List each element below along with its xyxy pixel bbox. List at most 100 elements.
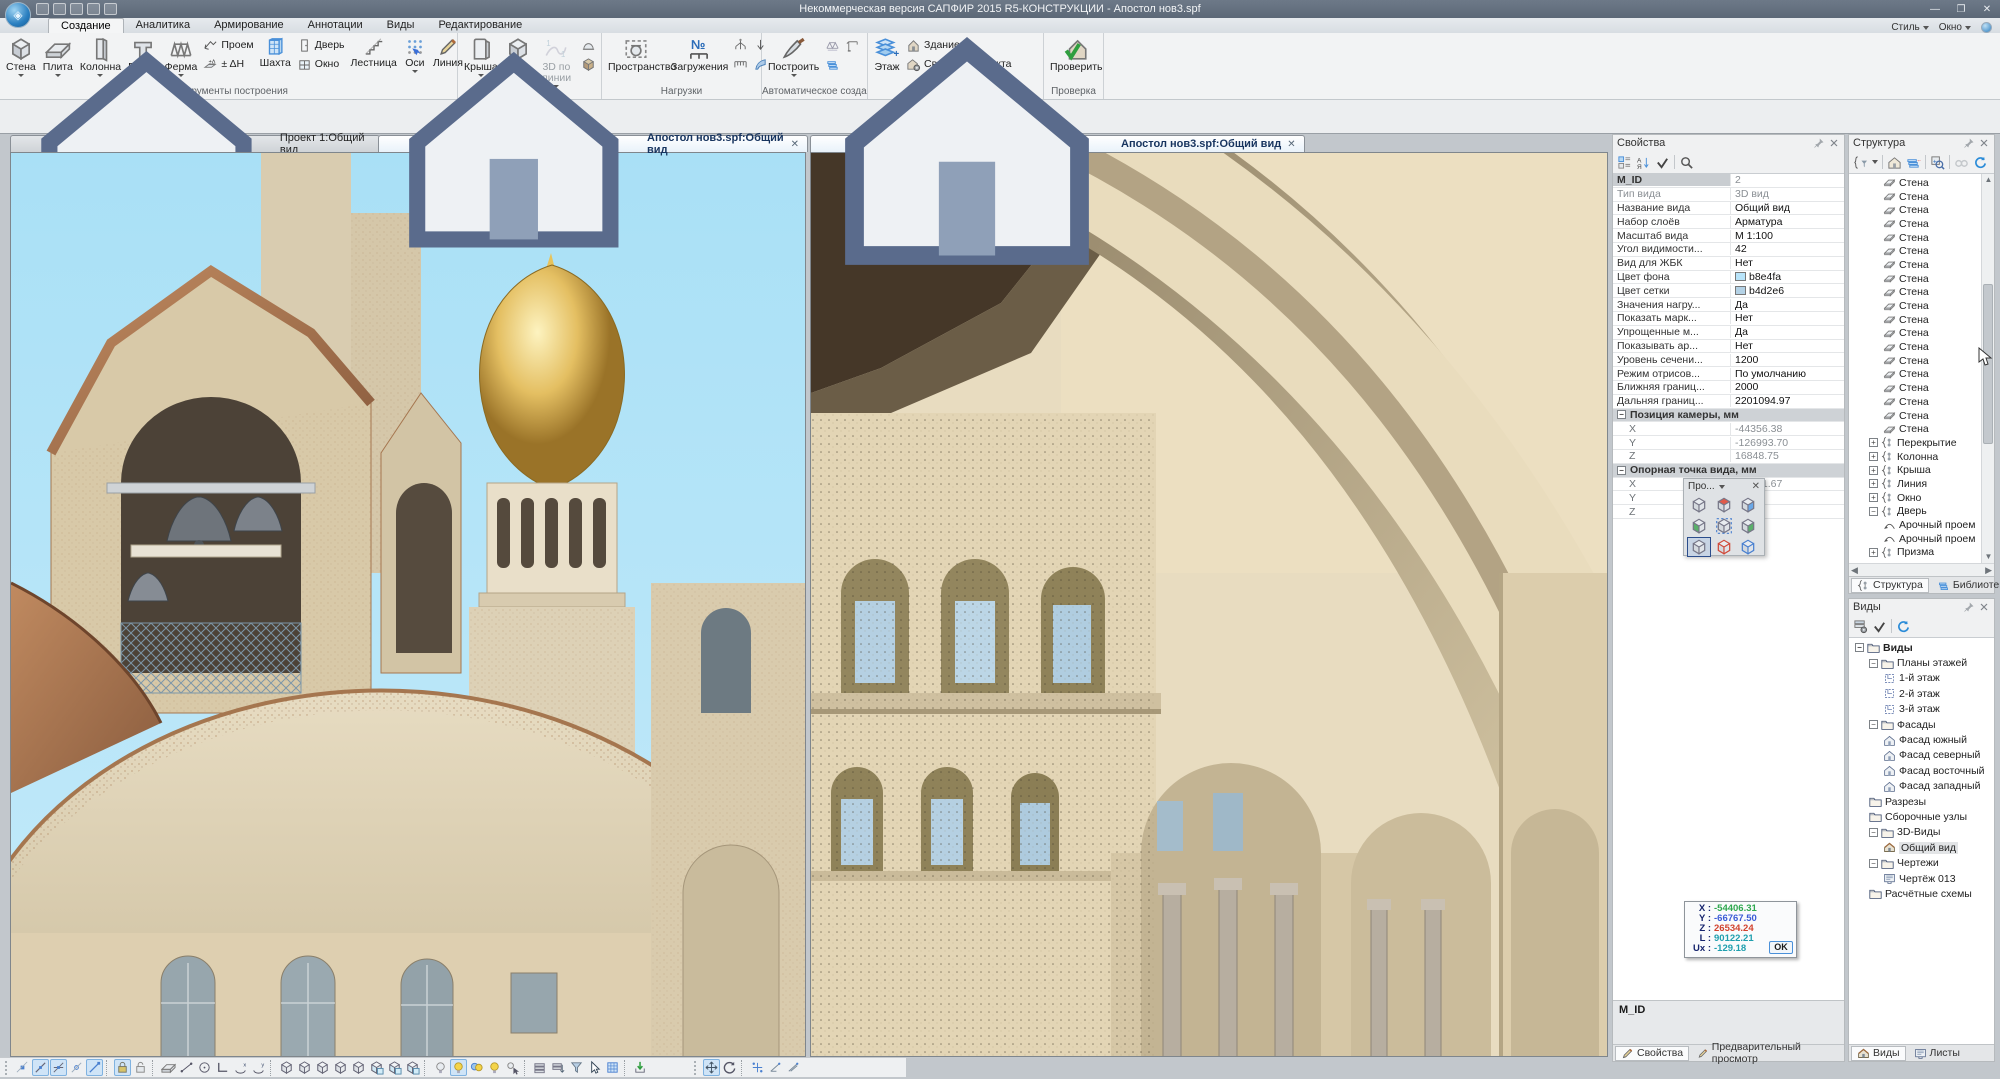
tree-item-wall[interactable]: Стена <box>1849 313 1994 327</box>
statusbar-bulb-yellow-icon[interactable] <box>486 1059 503 1076</box>
property-row[interactable]: Вид для ЖБК Нет <box>1613 257 1844 271</box>
structure-hscrollbar[interactable]: ◀▶ <box>1849 563 1994 576</box>
collapse-icon[interactable]: − <box>1869 720 1878 729</box>
ribbon-button-loadtree[interactable] <box>731 37 750 54</box>
scroll-up-icon[interactable]: ▲ <box>1982 174 1994 186</box>
tree-item-wall[interactable]: Стена <box>1849 368 1994 382</box>
left-viewport[interactable] <box>10 152 806 1057</box>
collapse-icon[interactable]: − <box>1855 643 1864 652</box>
expand-icon[interactable]: + <box>1869 479 1878 488</box>
help-icon[interactable] <box>1981 22 1992 33</box>
property-row[interactable]: Значения нагру... Да <box>1613 298 1844 312</box>
expand-icon[interactable]: + <box>1869 466 1878 475</box>
property-row[interactable]: Упрощенные м... Да <box>1613 326 1844 340</box>
views-bottom-tab-1[interactable]: Листы <box>1908 1046 1966 1061</box>
views-tree-item[interactable]: 2-й этаж <box>1849 686 1994 701</box>
properties-bottom-tab-0[interactable]: Свойства <box>1615 1046 1689 1061</box>
statusbar-layers-n-icon[interactable] <box>550 1059 567 1076</box>
statusbar-clip-cube-icon[interactable] <box>368 1059 385 1076</box>
tree-group[interactable]: −Дверь <box>1849 505 1994 519</box>
projection-mode-red-outline[interactable] <box>1712 537 1736 557</box>
property-section[interactable]: −Позиция камеры, мм <box>1613 409 1844 423</box>
apply-check-icon[interactable] <box>1872 619 1887 634</box>
ribbon-button-загружения[interactable]: №Загружения <box>668 35 730 86</box>
properties-bottom-tab-1[interactable]: Предварительный просмотр <box>1691 1046 1842 1061</box>
projection-mode-selected[interactable] <box>1687 537 1711 557</box>
layers-icon[interactable]: ← <box>1906 155 1921 170</box>
property-row[interactable]: M_ID 2 <box>1613 174 1844 188</box>
views-tree-item[interactable]: − Чертежи <box>1849 855 1994 870</box>
views-tree-item[interactable]: − Фасады <box>1849 717 1994 732</box>
collapse-icon[interactable]: − <box>1617 466 1626 475</box>
statusbar-snap-line-icon[interactable] <box>32 1059 49 1076</box>
tree-item-wall[interactable]: Стена <box>1849 244 1994 258</box>
viewport-tab[interactable]: Проект 1:Общий вид <box>10 135 380 152</box>
close-panel-icon[interactable] <box>1978 137 1990 149</box>
projection-mode-blue-right[interactable] <box>1736 495 1760 515</box>
views-tree-item[interactable]: − Планы этажей <box>1849 655 1994 670</box>
tree-item-wall[interactable]: Стена <box>1849 217 1994 231</box>
close-tab-icon[interactable]: ✕ <box>1285 139 1295 150</box>
statusbar-bulb-off-icon[interactable] <box>432 1059 449 1076</box>
statusbar-bulb-group-icon[interactable] <box>468 1059 485 1076</box>
tree-item-wall[interactable]: Стена <box>1849 203 1994 217</box>
filter-icon[interactable] <box>1853 155 1868 170</box>
views-tree-item[interactable]: Расчётные схемы <box>1849 886 1994 901</box>
tree-group[interactable]: +Перекрытие <box>1849 436 1994 450</box>
statusbar-clip-cube-icon[interactable] <box>386 1059 403 1076</box>
apply-check-icon[interactable] <box>1655 155 1670 170</box>
refresh-icon[interactable] <box>1896 619 1911 634</box>
tree-item-wall[interactable]: Стена <box>1849 231 1994 245</box>
property-row[interactable]: Показать марк... Нет <box>1613 312 1844 326</box>
statusbar-corner-tool-icon[interactable] <box>214 1059 231 1076</box>
statusbar-grid-blue-icon[interactable] <box>604 1059 621 1076</box>
scroll-down-icon[interactable]: ▼ <box>1982 551 1994 563</box>
views-tree-item[interactable]: Фасад южный <box>1849 732 1994 747</box>
statusbar-cube-view-icon[interactable] <box>296 1059 313 1076</box>
sort-az-icon[interactable]: АЯ <box>1636 155 1651 170</box>
close-tab-icon[interactable]: ✕ <box>789 139 799 150</box>
expand-icon[interactable]: + <box>1869 452 1878 461</box>
projection-mode-dash-sel[interactable] <box>1712 516 1736 536</box>
views-tree-item[interactable]: − Виды <box>1849 640 1994 655</box>
tree-item-wall[interactable]: Стена <box>1849 190 1994 204</box>
statusbar-cube-view-icon[interactable] <box>314 1059 331 1076</box>
tree-item-wall[interactable]: Стена <box>1849 327 1994 341</box>
property-row[interactable]: X -44356.38 <box>1613 422 1844 436</box>
property-row[interactable]: Набор слоёв Арматура <box>1613 215 1844 229</box>
views-tree-item[interactable]: Общий вид <box>1849 840 1994 855</box>
statusbar-snap-diag-icon[interactable] <box>86 1059 103 1076</box>
property-row[interactable]: Цвет сетки b4d2e6 <box>1613 284 1844 298</box>
statusbar-lock-icon[interactable] <box>114 1059 131 1076</box>
views-tree-item[interactable]: Фасад северный <box>1849 748 1994 763</box>
tree-item-wall[interactable]: Стена <box>1849 258 1994 272</box>
home-icon[interactable] <box>1887 155 1902 170</box>
viewport-tab[interactable]: Апостол нов3.spf:Общий вид✕ <box>810 135 1305 152</box>
projection-mode-wire[interactable] <box>1687 495 1711 515</box>
property-row[interactable]: Z 16848.75 <box>1613 450 1844 464</box>
tree-item-wall[interactable]: Стена <box>1849 409 1994 423</box>
views-tree-item[interactable]: 1-й этаж <box>1849 671 1994 686</box>
app-logo-icon[interactable]: ◈ <box>5 2 31 28</box>
categorize-icon[interactable] <box>1617 155 1632 170</box>
menu-right-1[interactable]: Окно <box>1939 22 1971 33</box>
expand-icon[interactable]: + <box>1869 548 1878 557</box>
tree-group[interactable]: +Линия <box>1849 477 1994 491</box>
ribbon-button-построить[interactable]: Построить <box>765 35 822 86</box>
ribbon-button-окно[interactable]: Окно <box>295 56 347 73</box>
views-tree-item[interactable]: Разрезы <box>1849 794 1994 809</box>
close-panel-icon[interactable] <box>1978 601 1990 613</box>
collapse-icon[interactable]: − <box>1869 659 1878 668</box>
property-section[interactable]: −Опорная точка вида, мм <box>1613 464 1844 478</box>
minimize-button[interactable]: — <box>1922 2 1948 17</box>
property-row[interactable]: Цвет фона b8e4fa <box>1613 271 1844 285</box>
close-icon[interactable]: ✕ <box>1752 481 1760 492</box>
statusbar-circle-tool-icon[interactable] <box>196 1059 213 1076</box>
ribbon-button-loadm[interactable] <box>731 56 750 73</box>
tree-item-wall[interactable]: Стена <box>1849 340 1994 354</box>
tree-item-wall[interactable]: Стена <box>1849 286 1994 300</box>
statusbar-export-green-icon[interactable] <box>632 1059 649 1076</box>
structure-bottom-tab-1[interactable]: Библиотеки <box>1931 578 2000 593</box>
tree-item-wall[interactable]: Стена <box>1849 299 1994 313</box>
projection-mode-blue-overlap[interactable] <box>1736 537 1760 557</box>
